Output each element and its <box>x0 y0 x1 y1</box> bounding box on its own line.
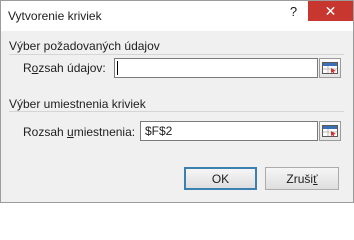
location-group-legend: Výber umiestnenia kriviek <box>9 97 146 111</box>
text-caret <box>117 61 118 75</box>
collapse-dialog-icon <box>322 62 338 74</box>
title-bar: Vytvorenie kriviek ? ✕ <box>1 1 353 31</box>
location-range-picker-button[interactable] <box>319 121 341 141</box>
data-range-label: Rozsah údajov: <box>23 61 106 75</box>
help-icon: ? <box>289 3 298 19</box>
ok-button[interactable]: OK <box>184 167 257 190</box>
group-divider <box>9 54 344 55</box>
cancel-button[interactable]: Zruši ť <box>265 167 339 190</box>
dialog-window: Vytvorenie kriviek ? ✕ Výber požadovanýc… <box>0 0 354 203</box>
location-range-label: Rozsah umiestnenia: <box>23 125 136 139</box>
data-range-input[interactable] <box>114 58 318 78</box>
help-button[interactable]: ? <box>279 1 308 21</box>
close-button[interactable]: ✕ <box>308 1 353 21</box>
data-group-legend: Výber požadovaných údajov <box>9 39 160 53</box>
data-range-picker-button[interactable] <box>319 58 341 78</box>
location-range-input[interactable]: $F$2 <box>140 121 318 141</box>
collapse-dialog-icon <box>322 125 338 137</box>
group-divider <box>9 111 344 112</box>
close-icon: ✕ <box>324 3 337 19</box>
dialog-title: Vytvorenie kriviek <box>8 9 102 23</box>
